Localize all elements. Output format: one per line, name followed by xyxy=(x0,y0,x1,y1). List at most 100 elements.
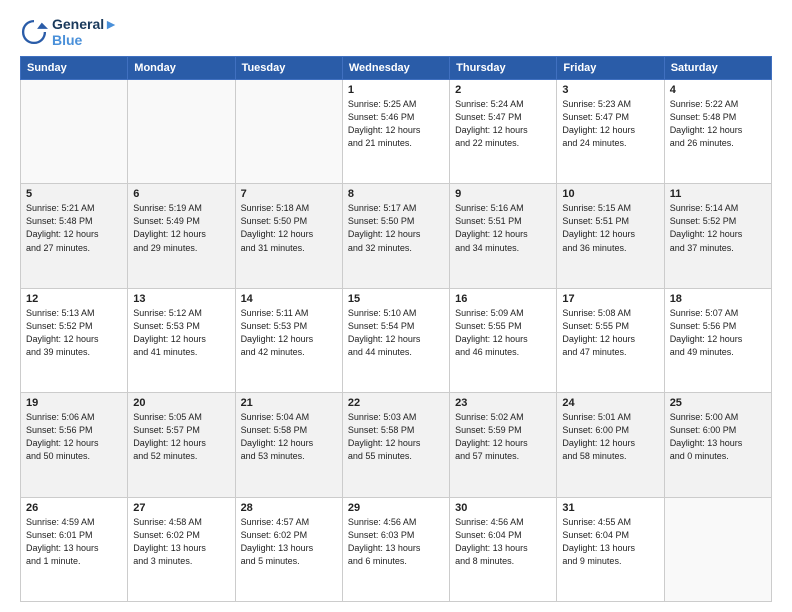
day-number: 3 xyxy=(562,84,658,96)
calendar-cell: 1 Sunrise: 5:25 AM Sunset: 5:46 PM Daylig… xyxy=(342,80,449,184)
day-info: Sunrise: 5:19 AM Sunset: 5:49 PM Dayligh… xyxy=(133,202,229,254)
calendar-cell xyxy=(128,80,235,184)
day-number: 17 xyxy=(562,293,658,305)
day-info: Sunrise: 5:24 AM Sunset: 5:47 PM Dayligh… xyxy=(455,98,551,150)
header: General► Blue xyxy=(20,16,772,48)
day-info: Sunrise: 4:56 AM Sunset: 6:04 PM Dayligh… xyxy=(455,516,551,568)
weekday-header-row: SundayMondayTuesdayWednesdayThursdayFrid… xyxy=(21,57,772,80)
day-info: Sunrise: 5:21 AM Sunset: 5:48 PM Dayligh… xyxy=(26,202,122,254)
day-info: Sunrise: 5:09 AM Sunset: 5:55 PM Dayligh… xyxy=(455,307,551,359)
day-info: Sunrise: 5:23 AM Sunset: 5:47 PM Dayligh… xyxy=(562,98,658,150)
day-number: 8 xyxy=(348,188,444,200)
calendar-cell: 15 Sunrise: 5:10 AM Sunset: 5:54 PM Dayli… xyxy=(342,288,449,392)
day-number: 10 xyxy=(562,188,658,200)
calendar-cell: 6Sunrise: 5:19 AM Sunset: 5:49 PM Daylig… xyxy=(128,184,235,288)
day-number: 20 xyxy=(133,397,229,409)
day-number: 16 xyxy=(455,293,551,305)
calendar-cell: 27Sunrise: 4:58 AM Sunset: 6:02 PM Dayli… xyxy=(128,497,235,601)
page: General► Blue SundayMondayTuesdayWednesd… xyxy=(0,0,792,612)
calendar-cell: 23 Sunrise: 5:02 AM Sunset: 5:59 PM Dayli… xyxy=(450,393,557,497)
calendar-cell: 19 Sunrise: 5:06 AM Sunset: 5:56 PM Dayli… xyxy=(21,393,128,497)
week-row-4: 19 Sunrise: 5:06 AM Sunset: 5:56 PM Dayli… xyxy=(21,393,772,497)
day-info: Sunrise: 5:17 AM Sunset: 5:50 PM Dayligh… xyxy=(348,202,444,254)
day-info: Sunrise: 5:11 AM Sunset: 5:53 PM Dayligh… xyxy=(241,307,337,359)
day-number: 21 xyxy=(241,397,337,409)
calendar-cell: 3 Sunrise: 5:23 AM Sunset: 5:47 PM Daylig… xyxy=(557,80,664,184)
day-info: Sunrise: 5:13 AM Sunset: 5:52 PM Dayligh… xyxy=(26,307,122,359)
calendar-cell: 20 Sunrise: 5:05 AM Sunset: 5:57 PM Dayli… xyxy=(128,393,235,497)
calendar-cell: 13 Sunrise: 5:12 AM Sunset: 5:53 PM Dayli… xyxy=(128,288,235,392)
calendar-cell xyxy=(235,80,342,184)
day-info: Sunrise: 5:22 AM Sunset: 5:48 PM Dayligh… xyxy=(670,98,766,150)
week-row-3: 12 Sunrise: 5:13 AM Sunset: 5:52 PM Dayli… xyxy=(21,288,772,392)
weekday-header-monday: Monday xyxy=(128,57,235,80)
calendar-cell: 18 Sunrise: 5:07 AM Sunset: 5:56 PM Dayli… xyxy=(664,288,771,392)
day-info: Sunrise: 5:08 AM Sunset: 5:55 PM Dayligh… xyxy=(562,307,658,359)
calendar-cell: 12 Sunrise: 5:13 AM Sunset: 5:52 PM Dayli… xyxy=(21,288,128,392)
day-number: 22 xyxy=(348,397,444,409)
day-number: 28 xyxy=(241,502,337,514)
calendar-cell: 16 Sunrise: 5:09 AM Sunset: 5:55 PM Dayli… xyxy=(450,288,557,392)
calendar-cell: 28 Sunrise: 4:57 AM Sunset: 6:02 PM Dayli… xyxy=(235,497,342,601)
day-info: Sunrise: 4:55 AM Sunset: 6:04 PM Dayligh… xyxy=(562,516,658,568)
day-number: 23 xyxy=(455,397,551,409)
day-number: 25 xyxy=(670,397,766,409)
day-number: 18 xyxy=(670,293,766,305)
calendar-cell: 26 Sunrise: 4:59 AM Sunset: 6:01 PM Dayli… xyxy=(21,497,128,601)
day-info: Sunrise: 4:59 AM Sunset: 6:01 PM Dayligh… xyxy=(26,516,122,568)
calendar-cell: 24Sunrise: 5:01 AM Sunset: 6:00 PM Dayli… xyxy=(557,393,664,497)
day-info: Sunrise: 5:10 AM Sunset: 5:54 PM Dayligh… xyxy=(348,307,444,359)
calendar-cell: 7Sunrise: 5:18 AM Sunset: 5:50 PM Daylig… xyxy=(235,184,342,288)
calendar-cell: 25 Sunrise: 5:00 AM Sunset: 6:00 PM Dayli… xyxy=(664,393,771,497)
weekday-header-thursday: Thursday xyxy=(450,57,557,80)
day-info: Sunrise: 5:00 AM Sunset: 6:00 PM Dayligh… xyxy=(670,411,766,463)
calendar-cell xyxy=(664,497,771,601)
day-info: Sunrise: 5:03 AM Sunset: 5:58 PM Dayligh… xyxy=(348,411,444,463)
calendar-cell: 17 Sunrise: 5:08 AM Sunset: 5:55 PM Dayli… xyxy=(557,288,664,392)
calendar-cell: 22 Sunrise: 5:03 AM Sunset: 5:58 PM Dayli… xyxy=(342,393,449,497)
week-row-5: 26 Sunrise: 4:59 AM Sunset: 6:01 PM Dayli… xyxy=(21,497,772,601)
day-number: 12 xyxy=(26,293,122,305)
day-number: 13 xyxy=(133,293,229,305)
day-number: 26 xyxy=(26,502,122,514)
calendar-cell: 4 Sunrise: 5:22 AM Sunset: 5:48 PM Daylig… xyxy=(664,80,771,184)
weekday-header-sunday: Sunday xyxy=(21,57,128,80)
weekday-header-friday: Friday xyxy=(557,57,664,80)
day-number: 4 xyxy=(670,84,766,96)
day-number: 30 xyxy=(455,502,551,514)
calendar-table: SundayMondayTuesdayWednesdayThursdayFrid… xyxy=(20,56,772,602)
calendar-cell: 21Sunrise: 5:04 AM Sunset: 5:58 PM Dayli… xyxy=(235,393,342,497)
calendar-cell: 29Sunrise: 4:56 AM Sunset: 6:03 PM Dayli… xyxy=(342,497,449,601)
logo-icon xyxy=(20,18,48,46)
day-info: Sunrise: 5:14 AM Sunset: 5:52 PM Dayligh… xyxy=(670,202,766,254)
calendar-cell: 30 Sunrise: 4:56 AM Sunset: 6:04 PM Dayli… xyxy=(450,497,557,601)
day-number: 5 xyxy=(26,188,122,200)
day-info: Sunrise: 5:06 AM Sunset: 5:56 PM Dayligh… xyxy=(26,411,122,463)
day-number: 1 xyxy=(348,84,444,96)
day-number: 29 xyxy=(348,502,444,514)
calendar-cell: 14 Sunrise: 5:11 AM Sunset: 5:53 PM Dayli… xyxy=(235,288,342,392)
day-info: Sunrise: 5:05 AM Sunset: 5:57 PM Dayligh… xyxy=(133,411,229,463)
day-info: Sunrise: 5:12 AM Sunset: 5:53 PM Dayligh… xyxy=(133,307,229,359)
calendar-cell xyxy=(21,80,128,184)
day-info: Sunrise: 5:02 AM Sunset: 5:59 PM Dayligh… xyxy=(455,411,551,463)
week-row-1: 1 Sunrise: 5:25 AM Sunset: 5:46 PM Daylig… xyxy=(21,80,772,184)
day-number: 19 xyxy=(26,397,122,409)
day-info: Sunrise: 5:07 AM Sunset: 5:56 PM Dayligh… xyxy=(670,307,766,359)
day-number: 2 xyxy=(455,84,551,96)
calendar-cell: 9 Sunrise: 5:16 AM Sunset: 5:51 PM Daylig… xyxy=(450,184,557,288)
calendar-cell: 10Sunrise: 5:15 AM Sunset: 5:51 PM Dayli… xyxy=(557,184,664,288)
weekday-header-wednesday: Wednesday xyxy=(342,57,449,80)
day-number: 9 xyxy=(455,188,551,200)
calendar-cell: 2 Sunrise: 5:24 AM Sunset: 5:47 PM Daylig… xyxy=(450,80,557,184)
logo: General► Blue xyxy=(20,16,118,48)
day-info: Sunrise: 5:25 AM Sunset: 5:46 PM Dayligh… xyxy=(348,98,444,150)
day-info: Sunrise: 5:18 AM Sunset: 5:50 PM Dayligh… xyxy=(241,202,337,254)
day-info: Sunrise: 4:58 AM Sunset: 6:02 PM Dayligh… xyxy=(133,516,229,568)
week-row-2: 5 Sunrise: 5:21 AM Sunset: 5:48 PM Daylig… xyxy=(21,184,772,288)
day-info: Sunrise: 4:57 AM Sunset: 6:02 PM Dayligh… xyxy=(241,516,337,568)
day-info: Sunrise: 5:01 AM Sunset: 6:00 PM Dayligh… xyxy=(562,411,658,463)
day-number: 14 xyxy=(241,293,337,305)
day-info: Sunrise: 5:16 AM Sunset: 5:51 PM Dayligh… xyxy=(455,202,551,254)
day-number: 15 xyxy=(348,293,444,305)
